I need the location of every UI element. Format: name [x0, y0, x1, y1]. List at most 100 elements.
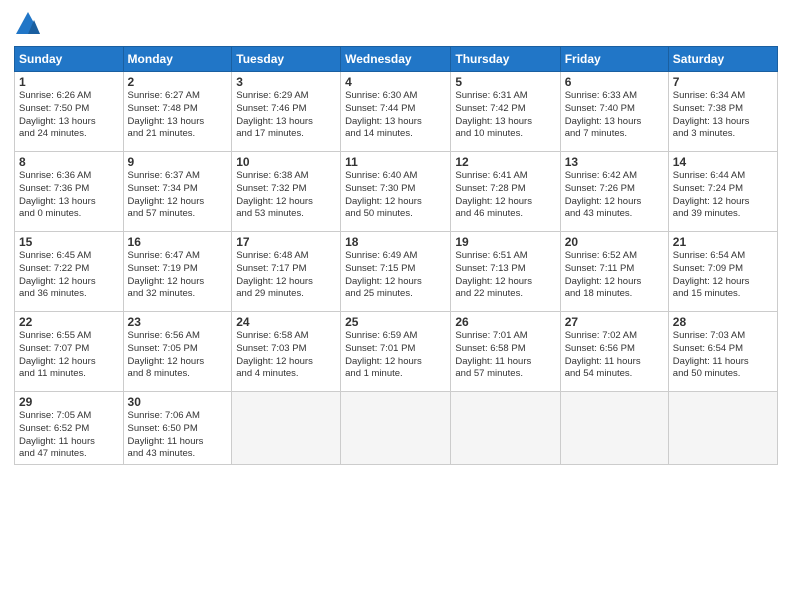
day-number: 18	[345, 235, 446, 249]
day-number: 20	[565, 235, 664, 249]
day-detail: Sunrise: 6:31 AM Sunset: 7:42 PM Dayligh…	[455, 90, 555, 141]
calendar-cell: 1Sunrise: 6:26 AM Sunset: 7:50 PM Daylig…	[15, 72, 124, 152]
calendar-cell: 27Sunrise: 7:02 AM Sunset: 6:56 PM Dayli…	[560, 312, 668, 392]
day-detail: Sunrise: 7:02 AM Sunset: 6:56 PM Dayligh…	[565, 330, 664, 381]
day-detail: Sunrise: 6:52 AM Sunset: 7:11 PM Dayligh…	[565, 250, 664, 301]
day-detail: Sunrise: 6:42 AM Sunset: 7:26 PM Dayligh…	[565, 170, 664, 221]
calendar-cell: 22Sunrise: 6:55 AM Sunset: 7:07 PM Dayli…	[15, 312, 124, 392]
day-number: 6	[565, 75, 664, 89]
day-detail: Sunrise: 6:45 AM Sunset: 7:22 PM Dayligh…	[19, 250, 119, 301]
calendar-cell	[668, 392, 777, 465]
calendar-cell: 3Sunrise: 6:29 AM Sunset: 7:46 PM Daylig…	[232, 72, 341, 152]
calendar-cell	[451, 392, 560, 465]
day-number: 23	[128, 315, 228, 329]
calendar-cell: 23Sunrise: 6:56 AM Sunset: 7:05 PM Dayli…	[123, 312, 232, 392]
calendar-cell: 2Sunrise: 6:27 AM Sunset: 7:48 PM Daylig…	[123, 72, 232, 152]
calendar-cell	[232, 392, 341, 465]
day-detail: Sunrise: 6:59 AM Sunset: 7:01 PM Dayligh…	[345, 330, 446, 381]
calendar-cell: 15Sunrise: 6:45 AM Sunset: 7:22 PM Dayli…	[15, 232, 124, 312]
day-number: 9	[128, 155, 228, 169]
day-number: 28	[673, 315, 773, 329]
day-detail: Sunrise: 6:30 AM Sunset: 7:44 PM Dayligh…	[345, 90, 446, 141]
day-detail: Sunrise: 6:51 AM Sunset: 7:13 PM Dayligh…	[455, 250, 555, 301]
day-detail: Sunrise: 6:44 AM Sunset: 7:24 PM Dayligh…	[673, 170, 773, 221]
day-number: 10	[236, 155, 336, 169]
weekday-header: Saturday	[668, 47, 777, 72]
header	[14, 10, 778, 38]
day-number: 2	[128, 75, 228, 89]
day-detail: Sunrise: 7:03 AM Sunset: 6:54 PM Dayligh…	[673, 330, 773, 381]
weekday-header: Thursday	[451, 47, 560, 72]
day-detail: Sunrise: 6:37 AM Sunset: 7:34 PM Dayligh…	[128, 170, 228, 221]
calendar-cell: 16Sunrise: 6:47 AM Sunset: 7:19 PM Dayli…	[123, 232, 232, 312]
day-detail: Sunrise: 6:47 AM Sunset: 7:19 PM Dayligh…	[128, 250, 228, 301]
day-detail: Sunrise: 6:36 AM Sunset: 7:36 PM Dayligh…	[19, 170, 119, 221]
page: SundayMondayTuesdayWednesdayThursdayFrid…	[0, 0, 792, 612]
day-number: 21	[673, 235, 773, 249]
day-detail: Sunrise: 7:01 AM Sunset: 6:58 PM Dayligh…	[455, 330, 555, 381]
day-detail: Sunrise: 6:41 AM Sunset: 7:28 PM Dayligh…	[455, 170, 555, 221]
day-number: 15	[19, 235, 119, 249]
calendar-cell	[560, 392, 668, 465]
calendar-cell: 13Sunrise: 6:42 AM Sunset: 7:26 PM Dayli…	[560, 152, 668, 232]
day-detail: Sunrise: 7:05 AM Sunset: 6:52 PM Dayligh…	[19, 410, 119, 461]
day-detail: Sunrise: 6:54 AM Sunset: 7:09 PM Dayligh…	[673, 250, 773, 301]
day-detail: Sunrise: 6:49 AM Sunset: 7:15 PM Dayligh…	[345, 250, 446, 301]
day-number: 16	[128, 235, 228, 249]
day-number: 5	[455, 75, 555, 89]
day-detail: Sunrise: 6:55 AM Sunset: 7:07 PM Dayligh…	[19, 330, 119, 381]
weekday-header: Tuesday	[232, 47, 341, 72]
day-number: 25	[345, 315, 446, 329]
day-number: 8	[19, 155, 119, 169]
weekday-header: Friday	[560, 47, 668, 72]
calendar-cell: 28Sunrise: 7:03 AM Sunset: 6:54 PM Dayli…	[668, 312, 777, 392]
day-number: 14	[673, 155, 773, 169]
calendar-cell: 29Sunrise: 7:05 AM Sunset: 6:52 PM Dayli…	[15, 392, 124, 465]
day-detail: Sunrise: 6:40 AM Sunset: 7:30 PM Dayligh…	[345, 170, 446, 221]
weekday-header: Monday	[123, 47, 232, 72]
day-number: 26	[455, 315, 555, 329]
calendar-cell: 14Sunrise: 6:44 AM Sunset: 7:24 PM Dayli…	[668, 152, 777, 232]
day-number: 30	[128, 395, 228, 409]
calendar-cell: 17Sunrise: 6:48 AM Sunset: 7:17 PM Dayli…	[232, 232, 341, 312]
weekday-header: Wednesday	[341, 47, 451, 72]
day-detail: Sunrise: 6:34 AM Sunset: 7:38 PM Dayligh…	[673, 90, 773, 141]
calendar-cell: 5Sunrise: 6:31 AM Sunset: 7:42 PM Daylig…	[451, 72, 560, 152]
day-number: 11	[345, 155, 446, 169]
day-number: 7	[673, 75, 773, 89]
day-number: 27	[565, 315, 664, 329]
day-detail: Sunrise: 6:29 AM Sunset: 7:46 PM Dayligh…	[236, 90, 336, 141]
day-detail: Sunrise: 6:26 AM Sunset: 7:50 PM Dayligh…	[19, 90, 119, 141]
day-detail: Sunrise: 6:27 AM Sunset: 7:48 PM Dayligh…	[128, 90, 228, 141]
calendar-cell: 12Sunrise: 6:41 AM Sunset: 7:28 PM Dayli…	[451, 152, 560, 232]
weekday-header: Sunday	[15, 47, 124, 72]
calendar-cell	[341, 392, 451, 465]
day-number: 17	[236, 235, 336, 249]
calendar-cell: 25Sunrise: 6:59 AM Sunset: 7:01 PM Dayli…	[341, 312, 451, 392]
calendar-cell: 11Sunrise: 6:40 AM Sunset: 7:30 PM Dayli…	[341, 152, 451, 232]
calendar-cell: 26Sunrise: 7:01 AM Sunset: 6:58 PM Dayli…	[451, 312, 560, 392]
day-detail: Sunrise: 6:33 AM Sunset: 7:40 PM Dayligh…	[565, 90, 664, 141]
calendar-cell: 19Sunrise: 6:51 AM Sunset: 7:13 PM Dayli…	[451, 232, 560, 312]
calendar-cell: 4Sunrise: 6:30 AM Sunset: 7:44 PM Daylig…	[341, 72, 451, 152]
calendar-cell: 8Sunrise: 6:36 AM Sunset: 7:36 PM Daylig…	[15, 152, 124, 232]
calendar-cell: 6Sunrise: 6:33 AM Sunset: 7:40 PM Daylig…	[560, 72, 668, 152]
day-number: 22	[19, 315, 119, 329]
day-number: 29	[19, 395, 119, 409]
day-detail: Sunrise: 6:56 AM Sunset: 7:05 PM Dayligh…	[128, 330, 228, 381]
logo-icon	[14, 10, 42, 38]
logo	[14, 10, 46, 38]
calendar-cell: 7Sunrise: 6:34 AM Sunset: 7:38 PM Daylig…	[668, 72, 777, 152]
day-detail: Sunrise: 7:06 AM Sunset: 6:50 PM Dayligh…	[128, 410, 228, 461]
calendar-cell: 20Sunrise: 6:52 AM Sunset: 7:11 PM Dayli…	[560, 232, 668, 312]
day-number: 19	[455, 235, 555, 249]
calendar: SundayMondayTuesdayWednesdayThursdayFrid…	[14, 46, 778, 465]
day-detail: Sunrise: 6:58 AM Sunset: 7:03 PM Dayligh…	[236, 330, 336, 381]
day-detail: Sunrise: 6:48 AM Sunset: 7:17 PM Dayligh…	[236, 250, 336, 301]
calendar-cell: 24Sunrise: 6:58 AM Sunset: 7:03 PM Dayli…	[232, 312, 341, 392]
calendar-cell: 21Sunrise: 6:54 AM Sunset: 7:09 PM Dayli…	[668, 232, 777, 312]
day-number: 1	[19, 75, 119, 89]
day-detail: Sunrise: 6:38 AM Sunset: 7:32 PM Dayligh…	[236, 170, 336, 221]
calendar-cell: 10Sunrise: 6:38 AM Sunset: 7:32 PM Dayli…	[232, 152, 341, 232]
day-number: 13	[565, 155, 664, 169]
